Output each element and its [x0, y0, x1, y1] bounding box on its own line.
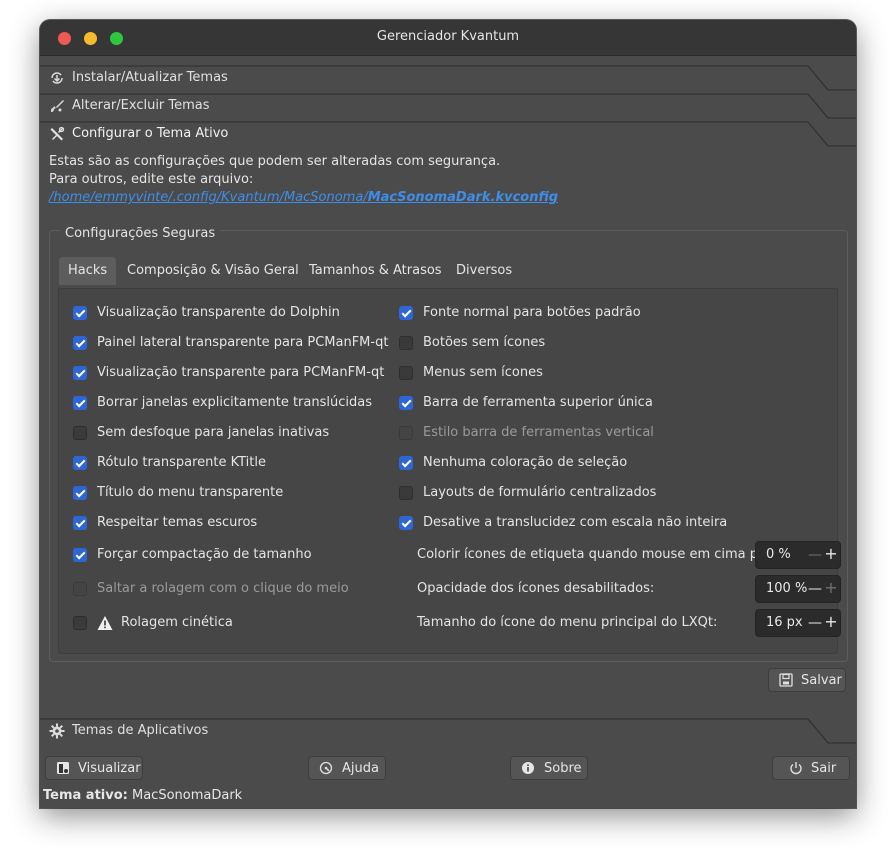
- disabled-icon-opacity-spinbox[interactable]: 100 % — +: [755, 575, 841, 603]
- help-button[interactable]: Ajuda: [308, 756, 386, 780]
- config-path-file: MacSonomaDark.kvconfig: [367, 190, 559, 205]
- check-label: Nenhuma coloração de seleção: [423, 455, 628, 470]
- section-configure-theme[interactable]: Configurar o Tema Ativo: [40, 120, 856, 148]
- preview-button[interactable]: Visualizar: [45, 756, 143, 780]
- checkbox-box[interactable]: [399, 336, 413, 350]
- check-label: Rolagem cinética: [121, 615, 233, 630]
- checkbox-box[interactable]: [399, 306, 413, 320]
- checkbox-box[interactable]: [73, 516, 87, 530]
- config-path-prefix: /home/emmyvinte/.config/Kvantum/MacSonom…: [49, 190, 368, 205]
- check-label: Painel lateral transparente para PCManFM…: [97, 335, 389, 350]
- disabled-icon-opacity-label: Opacidade dos ícones desabilitados:: [417, 581, 655, 596]
- section-install-label: Instalar/Atualizar Temas: [72, 70, 228, 85]
- active-theme-status: Tema ativo: MacSonomaDark: [43, 788, 242, 803]
- preview-label: Visualizar: [78, 761, 141, 776]
- decrement-button[interactable]: —: [808, 547, 822, 563]
- about-button[interactable]: Sobre: [510, 756, 588, 780]
- help-icon: [319, 761, 333, 775]
- spin-value[interactable]: 100 %: [766, 581, 807, 596]
- checkbox-box[interactable]: [73, 426, 87, 440]
- tab-sizes-delays[interactable]: Tamanhos & Atrasos: [300, 257, 451, 285]
- tint-on-hover-spinbox[interactable]: 0 % — +: [755, 541, 841, 569]
- info-icon: [522, 762, 534, 774]
- install-update-icon: [51, 72, 63, 84]
- increment-button[interactable]: +: [824, 580, 838, 596]
- checkbox-box[interactable]: [399, 456, 413, 470]
- info-line-2: Para outros, edite este arquivo:: [49, 172, 254, 187]
- decrement-button[interactable]: —: [808, 581, 822, 597]
- check-label: Respeitar temas escuros: [97, 515, 258, 530]
- section-change-themes[interactable]: Alterar/Excluir Temas: [40, 92, 856, 120]
- save-icon: [779, 673, 793, 687]
- check-label: Forçar compactação de tamanho: [97, 547, 312, 562]
- quit-label: Sair: [811, 761, 837, 776]
- help-label: Ajuda: [342, 761, 379, 776]
- spin-value[interactable]: 16 px: [766, 615, 803, 630]
- save-button[interactable]: Salvar: [768, 668, 846, 692]
- checkbox-box[interactable]: [399, 486, 413, 500]
- tab-composition[interactable]: Composição & Visão Geral: [118, 257, 308, 285]
- warning-icon: [97, 616, 113, 630]
- check-label: Título do menu transparente: [97, 485, 284, 500]
- status-theme-name: MacSonomaDark: [132, 788, 243, 803]
- increment-button[interactable]: +: [824, 614, 838, 630]
- kvantum-manager-window: Gerenciador Kvantum Instalar/Atualizar T…: [40, 20, 856, 808]
- check-label: Sem desfoque para janelas inativas: [97, 425, 330, 440]
- checkbox-box[interactable]: [73, 548, 87, 562]
- quit-button[interactable]: Sair: [772, 756, 850, 780]
- preview-icon: [57, 762, 69, 774]
- check-label: Saltar a rolagem com o clique do meio: [97, 581, 349, 596]
- check-label: Menus sem ícones: [423, 365, 543, 380]
- config-file-link[interactable]: /home/emmyvinte/.config/Kvantum/MacSonom…: [49, 190, 558, 205]
- section-change-label: Alterar/Excluir Temas: [72, 98, 210, 113]
- section-app-themes[interactable]: Temas de Aplicativos: [40, 717, 856, 745]
- tab-misc[interactable]: Diversos: [447, 257, 521, 285]
- window-title: Gerenciador Kvantum: [376, 29, 520, 44]
- checkbox-box[interactable]: [73, 616, 87, 630]
- check-label: Layouts de formulário centralizados: [423, 485, 657, 500]
- safe-settings-title: Configurações Seguras: [60, 226, 221, 241]
- check-label: Estilo barra de ferramentas vertical: [423, 425, 654, 440]
- lxqt-menu-icon-size-label: Tamanho do ícone do menu principal do LX…: [417, 615, 718, 630]
- increment-button[interactable]: +: [824, 546, 838, 562]
- spin-value[interactable]: 0 %: [766, 547, 791, 562]
- check-label: Visualização transparente para PCManFM-q…: [97, 365, 385, 380]
- checkbox-box[interactable]: [399, 516, 413, 530]
- about-label: Sobre: [544, 761, 582, 776]
- brush-icon: [51, 100, 64, 112]
- power-icon: [790, 762, 802, 775]
- decrement-button[interactable]: —: [808, 615, 822, 631]
- hacks-panel: Visualização transparente do Dolphin Pai…: [58, 288, 841, 654]
- section-configure-label: Configurar o Tema Ativo: [72, 126, 229, 141]
- check-label: Fonte normal para botões padrão: [423, 305, 641, 320]
- checkbox-box: [399, 426, 413, 440]
- checkbox-box[interactable]: [73, 306, 87, 320]
- check-label: Visualização transparente do Dolphin: [97, 305, 340, 320]
- checkbox-box[interactable]: [73, 336, 87, 350]
- check-label: Barra de ferramenta superior única: [423, 395, 653, 410]
- tools-icon: [50, 126, 65, 141]
- check-label: Desative a translucidez com escala não i…: [423, 515, 728, 530]
- checkbox-box[interactable]: [399, 396, 413, 410]
- status-prefix: Tema ativo:: [43, 788, 128, 803]
- checkbox-box[interactable]: [73, 396, 87, 410]
- checkbox-box[interactable]: [399, 366, 413, 380]
- check-label: Borrar janelas explicitamente translúcid…: [97, 395, 372, 410]
- check-label: Botões sem ícones: [423, 335, 546, 350]
- section-app-themes-label: Temas de Aplicativos: [72, 723, 209, 738]
- title-bar: Gerenciador Kvantum: [40, 20, 856, 56]
- checkbox-box[interactable]: [73, 486, 87, 500]
- info-line-1: Estas são as configurações que podem ser…: [49, 154, 501, 169]
- tint-on-hover-label: Colorir ícones de etiqueta quando mouse …: [417, 547, 772, 562]
- tab-hacks[interactable]: Hacks: [59, 257, 117, 285]
- checkbox-box: [73, 582, 87, 596]
- checkbox-box[interactable]: [73, 456, 87, 470]
- section-install-themes[interactable]: Instalar/Atualizar Temas: [40, 64, 856, 92]
- gear-icon: [49, 723, 65, 739]
- save-label: Salvar: [801, 673, 842, 688]
- lxqt-menu-icon-size-spinbox[interactable]: 16 px — +: [755, 609, 841, 637]
- check-label: Rótulo transparente KTitle: [97, 455, 266, 470]
- checkbox-box[interactable]: [73, 366, 87, 380]
